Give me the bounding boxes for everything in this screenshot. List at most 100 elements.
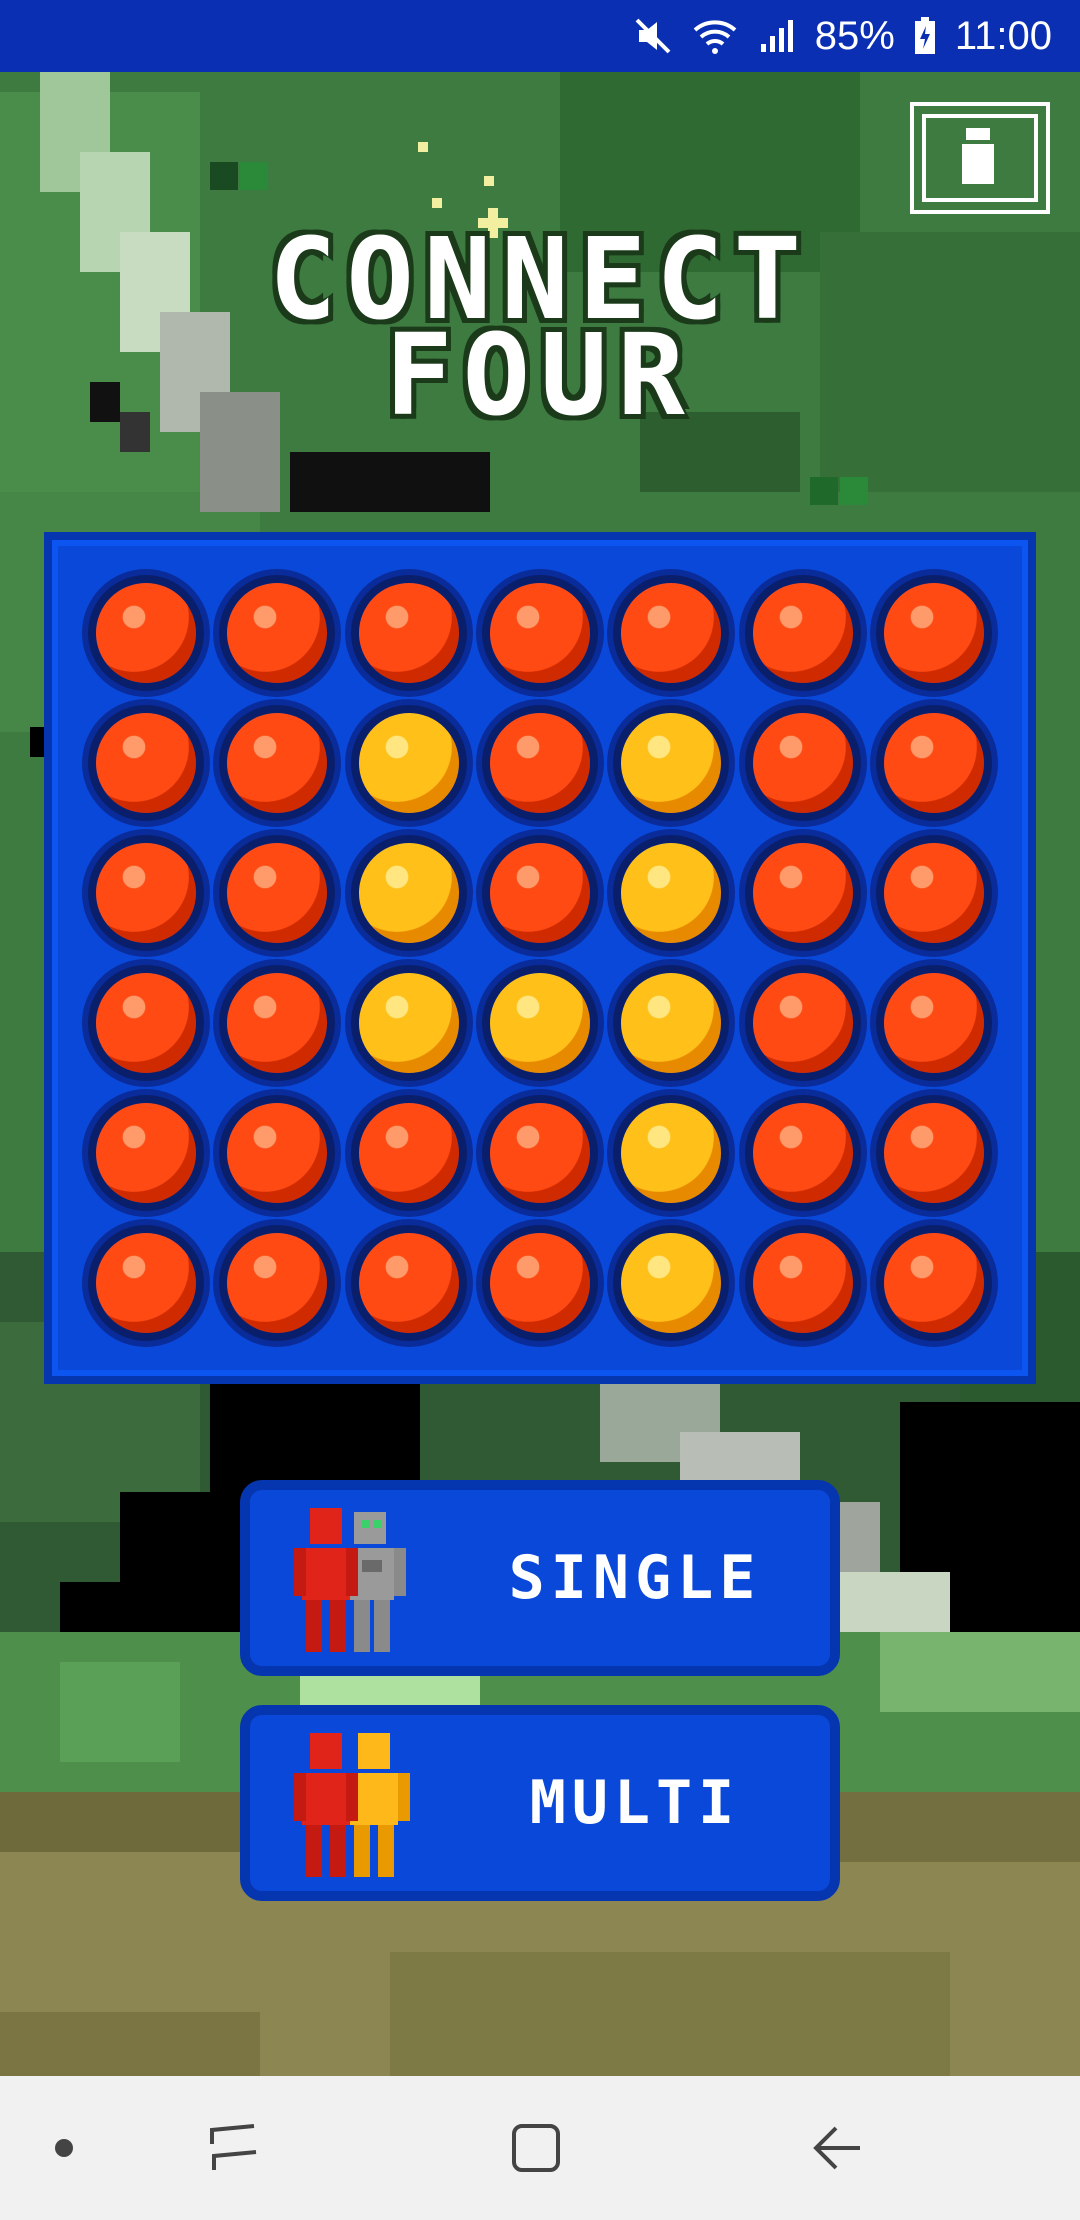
game-board <box>44 532 1036 1384</box>
board-cell[interactable] <box>343 828 474 958</box>
board-cell[interactable] <box>474 1088 605 1218</box>
red-disc <box>884 843 985 943</box>
red-disc <box>884 1233 985 1333</box>
board-cell[interactable] <box>474 698 605 828</box>
board-cell[interactable] <box>737 1088 868 1218</box>
red-disc <box>95 843 196 943</box>
board-grid <box>80 568 1000 1348</box>
title-line-2: FOUR <box>385 311 695 441</box>
yellow-disc <box>621 843 722 943</box>
board-cell[interactable] <box>474 958 605 1088</box>
single-button-label: SINGLE <box>508 1543 762 1613</box>
red-disc <box>227 583 328 683</box>
yellow-disc <box>358 973 459 1073</box>
red-disc <box>884 583 985 683</box>
board-cell[interactable] <box>80 568 211 698</box>
red-disc <box>752 1103 853 1203</box>
home-icon[interactable] <box>508 2120 564 2180</box>
yellow-disc <box>358 713 459 813</box>
board-cell[interactable] <box>606 698 737 828</box>
red-disc <box>884 973 985 1073</box>
info-button[interactable] <box>910 102 1050 214</box>
battery-percent: 85% <box>814 13 895 58</box>
board-cell[interactable] <box>343 958 474 1088</box>
board-cell[interactable] <box>869 698 1000 828</box>
red-disc <box>227 1233 328 1333</box>
board-cell[interactable] <box>343 1218 474 1348</box>
red-disc <box>489 843 590 943</box>
back-icon[interactable] <box>810 2120 866 2180</box>
board-cell[interactable] <box>474 828 605 958</box>
board-cell[interactable] <box>869 958 1000 1088</box>
board-cell[interactable] <box>343 568 474 698</box>
red-disc <box>752 713 853 813</box>
board-cell[interactable] <box>737 1218 868 1348</box>
yellow-disc <box>358 843 459 943</box>
board-cell[interactable] <box>606 1218 737 1348</box>
board-cell[interactable] <box>474 568 605 698</box>
red-disc <box>489 1103 590 1203</box>
board-cell[interactable] <box>80 1088 211 1218</box>
battery-charging-icon <box>913 16 937 56</box>
dot-icon[interactable] <box>52 2136 76 2164</box>
recent-apps-icon[interactable] <box>206 2120 262 2180</box>
red-disc <box>884 713 985 813</box>
board-cell[interactable] <box>737 568 868 698</box>
red-disc <box>489 713 590 813</box>
clock: 11:00 <box>954 13 1052 58</box>
board-cell[interactable] <box>343 1088 474 1218</box>
board-cell[interactable] <box>869 568 1000 698</box>
sparkle <box>432 198 442 208</box>
navigation-bar <box>0 2076 1080 2220</box>
red-disc <box>227 973 328 1073</box>
board-cell[interactable] <box>211 1088 342 1218</box>
board-cell[interactable] <box>869 828 1000 958</box>
board-cell[interactable] <box>343 698 474 828</box>
board-cell[interactable] <box>211 958 342 1088</box>
board-cell[interactable] <box>737 828 868 958</box>
red-disc <box>227 713 328 813</box>
board-cell[interactable] <box>606 958 737 1088</box>
signal-icon <box>757 16 797 56</box>
sparkle <box>418 142 428 152</box>
red-disc <box>358 583 459 683</box>
red-disc <box>95 1233 196 1333</box>
board-cell[interactable] <box>211 698 342 828</box>
yellow-disc <box>489 973 590 1073</box>
mute-icon <box>633 16 673 56</box>
board-cell[interactable] <box>80 828 211 958</box>
sparkle <box>484 176 494 186</box>
board-cell[interactable] <box>211 828 342 958</box>
board-cell[interactable] <box>737 698 868 828</box>
wifi-icon <box>691 16 739 56</box>
board-cell[interactable] <box>80 958 211 1088</box>
red-disc <box>489 583 590 683</box>
multi-button-label: MULTI <box>529 1768 741 1838</box>
info-icon <box>962 128 994 184</box>
red-disc <box>752 973 853 1073</box>
red-disc <box>95 583 196 683</box>
red-disc <box>95 1103 196 1203</box>
red-disc <box>227 843 328 943</box>
red-disc <box>752 1233 853 1333</box>
board-cell[interactable] <box>606 1088 737 1218</box>
yellow-disc <box>621 1233 722 1333</box>
board-cell[interactable] <box>869 1088 1000 1218</box>
board-cell[interactable] <box>606 568 737 698</box>
board-cell[interactable] <box>80 698 211 828</box>
player-vs-robot-icon <box>294 1508 414 1656</box>
single-player-button[interactable]: SINGLE <box>240 1480 840 1676</box>
red-disc <box>358 1103 459 1203</box>
board-cell[interactable] <box>211 1218 342 1348</box>
board-cell[interactable] <box>606 828 737 958</box>
red-disc <box>358 1233 459 1333</box>
board-cell[interactable] <box>80 1218 211 1348</box>
board-cell[interactable] <box>211 568 342 698</box>
red-disc <box>95 713 196 813</box>
board-cell[interactable] <box>474 1218 605 1348</box>
multi-player-button[interactable]: MULTI <box>240 1705 840 1901</box>
game-title: CONNECT FOUR <box>0 224 1080 441</box>
board-cell[interactable] <box>737 958 868 1088</box>
board-cell[interactable] <box>869 1218 1000 1348</box>
two-players-icon <box>294 1733 414 1881</box>
